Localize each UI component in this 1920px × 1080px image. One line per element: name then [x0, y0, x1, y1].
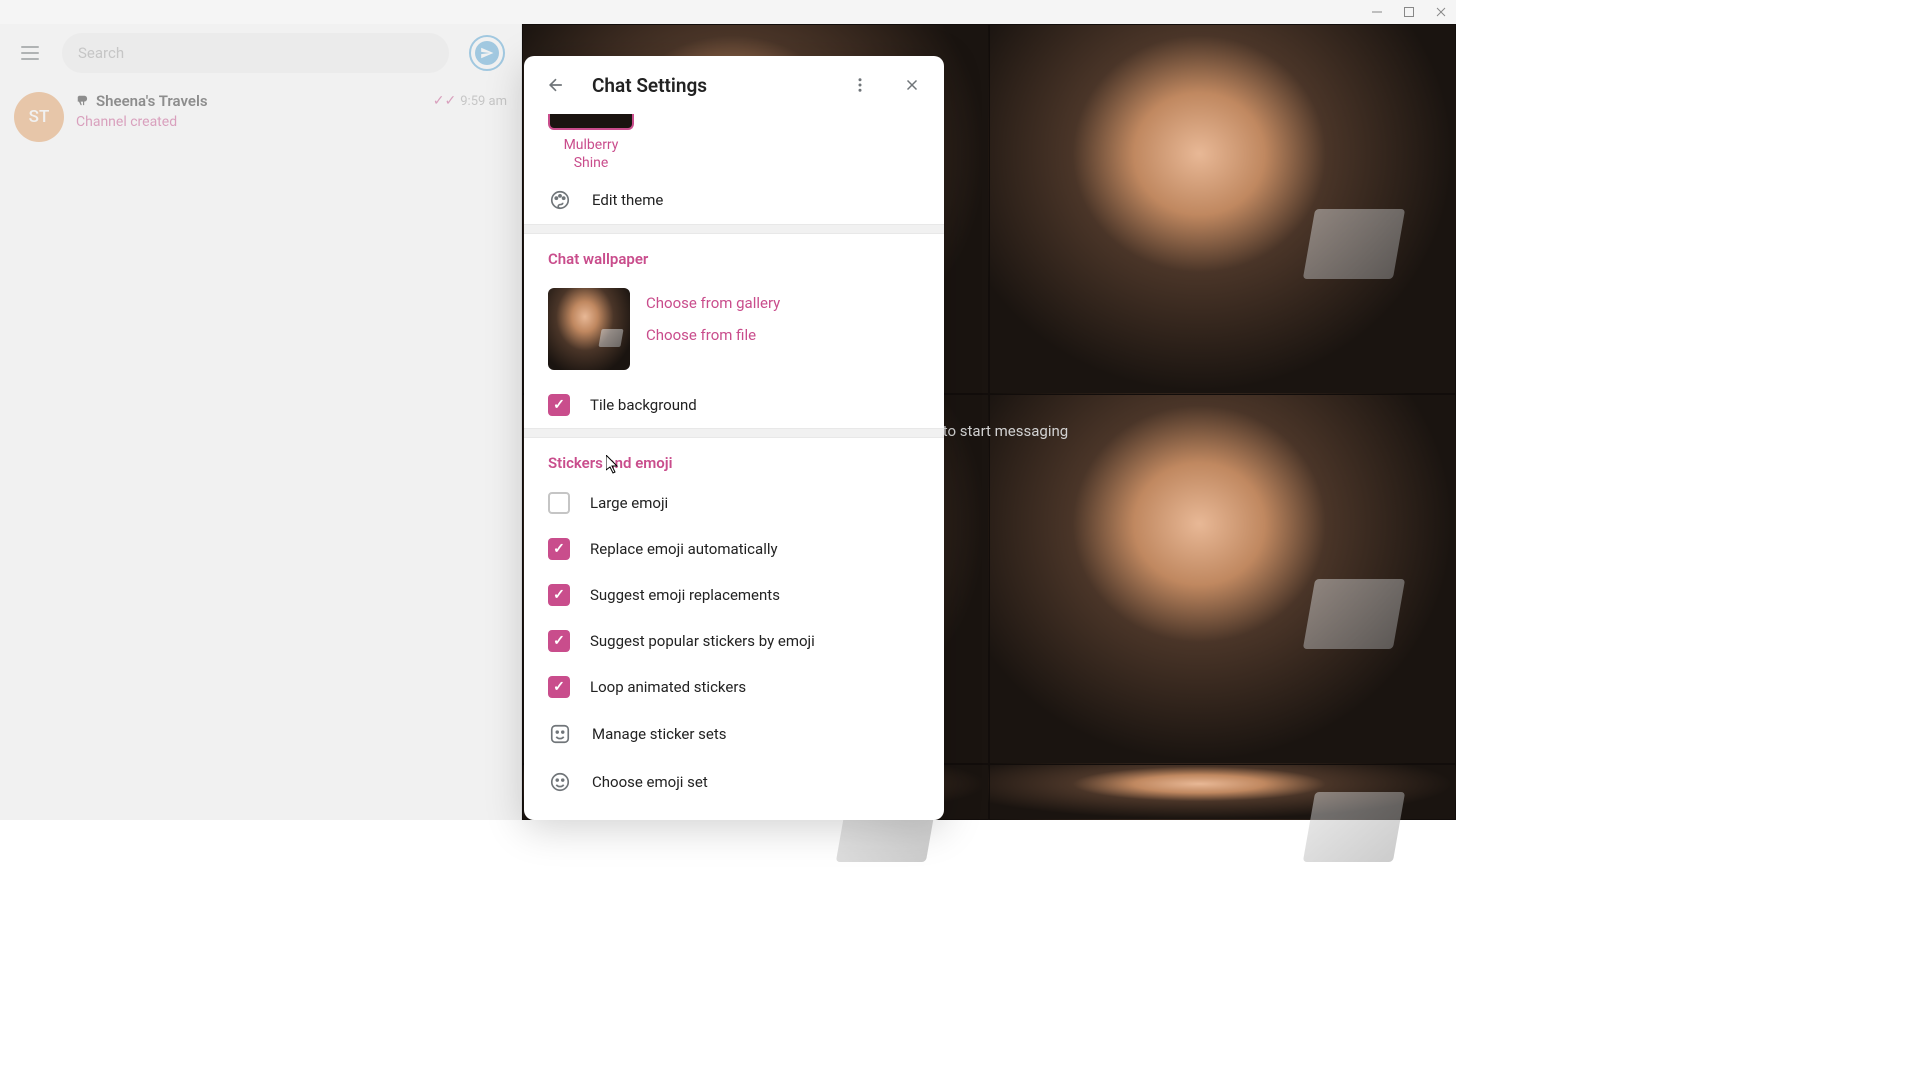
checkbox-checked-icon: [548, 584, 570, 606]
stickers-section-title: Stickers and emoji: [524, 438, 944, 480]
checkbox-checked-icon: [548, 630, 570, 652]
replace-emoji-checkbox[interactable]: Replace emoji automatically: [524, 526, 944, 572]
modal-title: Chat Settings: [592, 74, 824, 97]
manage-stickers-label: Manage sticker sets: [592, 725, 727, 743]
edit-theme-label: Edit theme: [592, 191, 663, 209]
large-emoji-label: Large emoji: [590, 494, 668, 512]
chat-settings-modal: Chat Settings Mulberry Shine Edit theme …: [524, 56, 944, 820]
choose-from-gallery-button[interactable]: Choose from gallery: [646, 294, 780, 312]
chat-list-item[interactable]: ST Sheena's Travels ✓✓ 9:59 am Channel c…: [0, 82, 521, 152]
large-emoji-checkbox[interactable]: Large emoji: [524, 480, 944, 526]
edit-theme-button[interactable]: Edit theme: [524, 176, 944, 224]
back-button[interactable]: [540, 69, 572, 101]
wallpaper-preview[interactable]: [548, 288, 630, 370]
theme-name-label: Mulberry Shine: [548, 136, 634, 172]
avatar: ST: [14, 92, 64, 142]
emoji-icon: [548, 770, 572, 794]
loop-stickers-label: Loop animated stickers: [590, 678, 746, 696]
chat-preview: Channel created: [76, 114, 507, 130]
checkbox-checked-icon: [548, 394, 570, 416]
chat-name-label: Sheena's Travels: [96, 92, 208, 110]
suggest-emoji-checkbox[interactable]: Suggest emoji replacements: [524, 572, 944, 618]
palette-icon: [548, 188, 572, 212]
maximize-button[interactable]: [1402, 5, 1416, 19]
loop-stickers-checkbox[interactable]: Loop animated stickers: [524, 664, 944, 710]
megaphone-icon: [76, 94, 90, 108]
chat-time-label: 9:59 am: [460, 94, 507, 109]
search-input[interactable]: Search: [62, 33, 449, 73]
wallpaper-section-title: Chat wallpaper: [524, 234, 944, 276]
manage-stickers-button[interactable]: Manage sticker sets: [524, 710, 944, 758]
theme-preview[interactable]: Mulberry Shine: [524, 114, 944, 176]
replace-emoji-label: Replace emoji automatically: [590, 540, 778, 558]
more-menu-button[interactable]: [844, 69, 876, 101]
choose-emoji-label: Choose emoji set: [592, 773, 708, 791]
suggest-stickers-label: Suggest popular stickers by emoji: [590, 632, 815, 650]
suggest-emoji-label: Suggest emoji replacements: [590, 586, 780, 604]
sticker-icon: [548, 722, 572, 746]
menu-icon[interactable]: [10, 33, 50, 73]
checkbox-unchecked-icon: [548, 492, 570, 514]
send-icon[interactable]: [469, 35, 505, 71]
close-button[interactable]: [896, 69, 928, 101]
choose-emoji-button[interactable]: Choose emoji set: [524, 758, 944, 806]
checkbox-checked-icon: [548, 676, 570, 698]
read-checkmarks-icon: ✓✓: [433, 93, 456, 109]
window-titlebar: [0, 0, 1456, 24]
close-window-button[interactable]: [1434, 5, 1448, 19]
tile-background-checkbox[interactable]: Tile background: [524, 382, 944, 428]
choose-from-file-button[interactable]: Choose from file: [646, 326, 780, 344]
minimize-button[interactable]: [1370, 5, 1384, 19]
sidebar: Search ST Sheena's Travels: [0, 24, 522, 820]
checkbox-checked-icon: [548, 538, 570, 560]
tile-bg-label: Tile background: [590, 396, 697, 414]
suggest-stickers-checkbox[interactable]: Suggest popular stickers by emoji: [524, 618, 944, 664]
